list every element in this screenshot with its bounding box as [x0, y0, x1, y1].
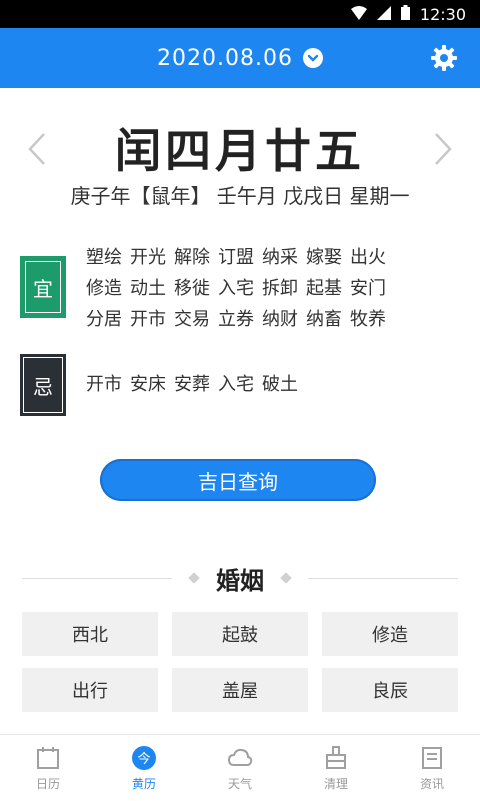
auspicious-day-search-button[interactable]: 吉日查询 — [100, 459, 376, 501]
ji-item: 安葬 — [174, 374, 210, 395]
diamond-icon — [188, 572, 200, 584]
lunar-date-row: 闰四月廿五 — [0, 118, 480, 178]
yi-item: 动土 — [130, 278, 166, 299]
yi-item: 拆卸 — [262, 278, 298, 299]
yi-item: 起基 — [306, 278, 342, 299]
status-bar: 12:30 — [0, 0, 480, 28]
yi-item: 立券 — [218, 309, 254, 330]
chevron-down-icon[interactable] — [302, 48, 323, 68]
yi-item: 出火 — [350, 247, 386, 268]
yi-item: 订盟 — [218, 247, 254, 268]
cloud-icon — [227, 748, 253, 766]
date-selector[interactable]: 2020.08.06 — [157, 46, 293, 71]
ji-item: 破土 — [262, 374, 298, 395]
app-bar: 2020.08.06 — [0, 28, 480, 88]
tab-almanac[interactable]: 今 黄历 — [96, 735, 192, 801]
section-title: 婚姻 — [216, 566, 264, 595]
ji-item: 开市 — [86, 374, 122, 395]
lunar-date-title: 闰四月廿五 — [115, 124, 365, 178]
yi-item: 分居 — [86, 309, 122, 330]
signal-icon — [376, 5, 391, 24]
yi-item: 塑绘 — [86, 247, 122, 268]
yi-item: 开市 — [130, 309, 166, 330]
clean-icon — [326, 745, 346, 769]
calendar-icon — [37, 746, 59, 769]
news-icon — [422, 746, 442, 769]
yi-item: 纳采 — [262, 247, 298, 268]
category-grid: 西北 起鼓 修造 出行 盖屋 良辰 — [22, 612, 458, 712]
wifi-icon — [350, 5, 367, 24]
grid-item[interactable]: 修造 — [322, 612, 458, 656]
grid-item[interactable]: 良辰 — [322, 668, 458, 712]
divider — [308, 577, 458, 579]
yi-items: 塑绘 开光 解除 订盟 纳采 嫁娶 出火 修造 动土 移徙 入宅 拆卸 起基 安门 分居 开市 交易 立券 纳财… — [86, 242, 394, 335]
yi-item: 解除 — [174, 247, 210, 268]
tab-calendar[interactable]: 日历 — [0, 735, 96, 801]
tab-label: 日历 — [35, 776, 60, 791]
tab-weather[interactable]: 天气 — [192, 735, 288, 801]
tab-label: 黄历 — [131, 776, 156, 791]
diamond-icon — [280, 572, 292, 584]
divider — [22, 577, 172, 579]
yi-item: 入宅 — [218, 278, 254, 299]
grid-item[interactable]: 出行 — [22, 668, 158, 712]
tab-label: 天气 — [227, 776, 252, 791]
yi-item: 牧养 — [350, 309, 386, 330]
grid-item[interactable]: 盖屋 — [172, 668, 308, 712]
yi-row: 修造 动土 移徙 入宅 拆卸 起基 安门 — [86, 273, 394, 304]
ganzhi-line: 庚子年【鼠年】 壬午月 戊戌日 星期一 — [70, 184, 410, 208]
section-header: 婚姻 — [0, 560, 480, 596]
status-time: 12:30 — [419, 4, 466, 24]
tab-label: 资讯 — [419, 776, 444, 791]
yi-item: 纳畜 — [306, 309, 342, 330]
yi-item: 修造 — [86, 278, 122, 299]
grid-item[interactable]: 西北 — [22, 612, 158, 656]
yi-section: 宜 塑绘 开光 解除 订盟 纳采 嫁娶 出火 修造 动土 移徙 入宅 拆卸 起基 安门 分居 开市 交易 立券… — [20, 242, 460, 335]
battery-icon — [400, 4, 410, 24]
tab-label: 清理 — [323, 776, 348, 791]
ji-items: 开市 安床 安葬 入宅 破土 — [86, 354, 306, 416]
next-day-arrow-icon[interactable] — [428, 124, 458, 174]
yi-item: 开光 — [130, 247, 166, 268]
tab-news[interactable]: 资讯 — [384, 735, 480, 801]
yi-row: 塑绘 开光 解除 订盟 纳采 嫁娶 出火 — [86, 242, 394, 273]
gear-icon[interactable] — [430, 44, 458, 72]
tab-clean[interactable]: 清理 — [288, 735, 384, 801]
yi-item: 交易 — [174, 309, 210, 330]
almanac-icon: 今 — [132, 745, 156, 770]
bottom-tab-bar: 日历 今 黄历 天气 清理 资讯 — [0, 734, 480, 801]
yi-badge: 宜 — [20, 256, 66, 318]
ji-section: 忌 开市 安床 安葬 入宅 破土 — [20, 354, 460, 416]
yi-item: 安门 — [350, 278, 386, 299]
ji-badge: 忌 — [20, 354, 66, 416]
svg-text:今: 今 — [137, 751, 150, 767]
yi-item: 纳财 — [262, 309, 298, 330]
grid-item[interactable]: 起鼓 — [172, 612, 308, 656]
yi-item: 嫁娶 — [306, 247, 342, 268]
yi-item: 移徙 — [174, 278, 210, 299]
ji-item: 入宅 — [218, 374, 254, 395]
yi-row: 分居 开市 交易 立券 纳财 纳畜 牧养 — [86, 304, 394, 335]
ji-item: 安床 — [130, 374, 166, 395]
